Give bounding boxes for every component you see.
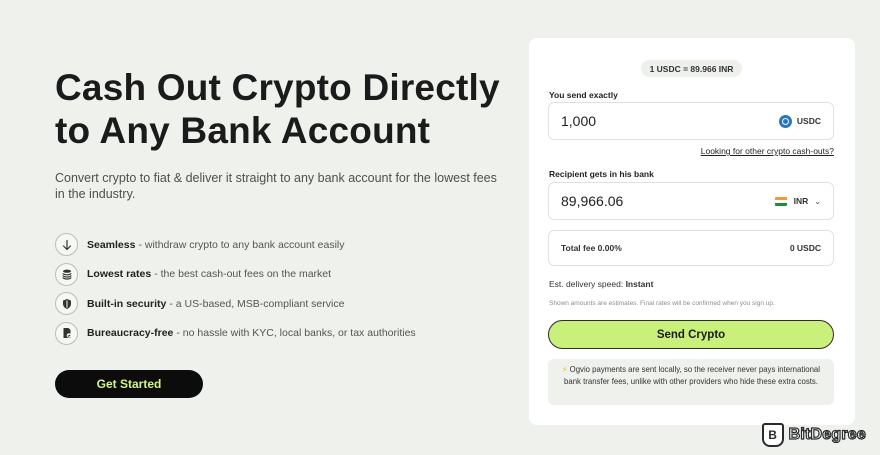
hero-section: Cash Out Crypto Directly to Any Bank Acc… [55, 66, 515, 348]
hero-subtitle: Convert crypto to fiat & deliver it stra… [55, 171, 497, 201]
receive-currency-selector[interactable]: INR ⌄ [774, 196, 821, 206]
india-flag-icon [774, 196, 787, 206]
total-fee-label: Total fee 0.00% [561, 243, 622, 253]
page-title: Cash Out Crypto Directly to Any Bank Acc… [55, 67, 500, 151]
delivery-speed: Est. delivery speed: Instant [549, 279, 654, 289]
document-icon [55, 321, 78, 345]
exchange-rate-badge: 1 USDC = 89.966 INR [641, 60, 742, 77]
get-started-button[interactable]: Get Started [55, 370, 203, 398]
receive-amount-field[interactable]: 89,966.06 INR ⌄ [548, 182, 834, 220]
send-amount-field[interactable]: 1,000 USDC [548, 102, 834, 140]
total-fee-value: 0 USDC [789, 243, 821, 253]
send-currency-selector[interactable]: USDC [778, 114, 821, 128]
feature-item-bureaucracy-free: Bureaucracy-free - no hassle with KYC, l… [55, 319, 515, 349]
feature-item-seamless: Seamless - withdraw crypto to any bank a… [55, 230, 515, 260]
send-crypto-button[interactable]: Send Crypto [548, 320, 834, 349]
coins-icon [55, 262, 78, 286]
feature-item-lowest-rates: Lowest rates - the best cash-out fees on… [55, 260, 515, 290]
send-amount-value[interactable]: 1,000 [561, 113, 779, 129]
usdc-icon [778, 114, 792, 128]
feature-list: Seamless - withdraw crypto to any bank a… [55, 230, 515, 348]
other-cashouts-link[interactable]: Looking for other crypto cash-outs? [701, 146, 834, 156]
lightning-icon: ⚡ [561, 365, 568, 374]
info-text: Ogvio payments are sent locally, so the … [564, 365, 820, 386]
total-fee-row: Total fee 0.00% 0 USDC [548, 230, 834, 266]
disclaimer-text: Shown amounts are estimates. Final rates… [549, 300, 775, 307]
chevron-down-icon: ⌄ [814, 196, 821, 206]
arrow-down-icon [55, 233, 78, 257]
info-box: ⚡ Ogvio payments are sent locally, so th… [548, 359, 834, 405]
bitdegree-logo-icon: B [761, 423, 784, 447]
receive-amount-value: 89,966.06 [561, 193, 624, 209]
shield-icon [55, 292, 78, 316]
brand-name: BitDegree [788, 425, 866, 443]
receive-amount-label: Recipient gets in his bank [549, 169, 654, 179]
bitdegree-watermark: B BitDegree [761, 423, 866, 447]
feature-item-security: Built-in security - a US-based, MSB-comp… [55, 289, 515, 319]
cashout-widget: 1 USDC = 89.966 INR You send exactly 1,0… [529, 38, 855, 425]
send-amount-label: You send exactly [549, 90, 618, 100]
